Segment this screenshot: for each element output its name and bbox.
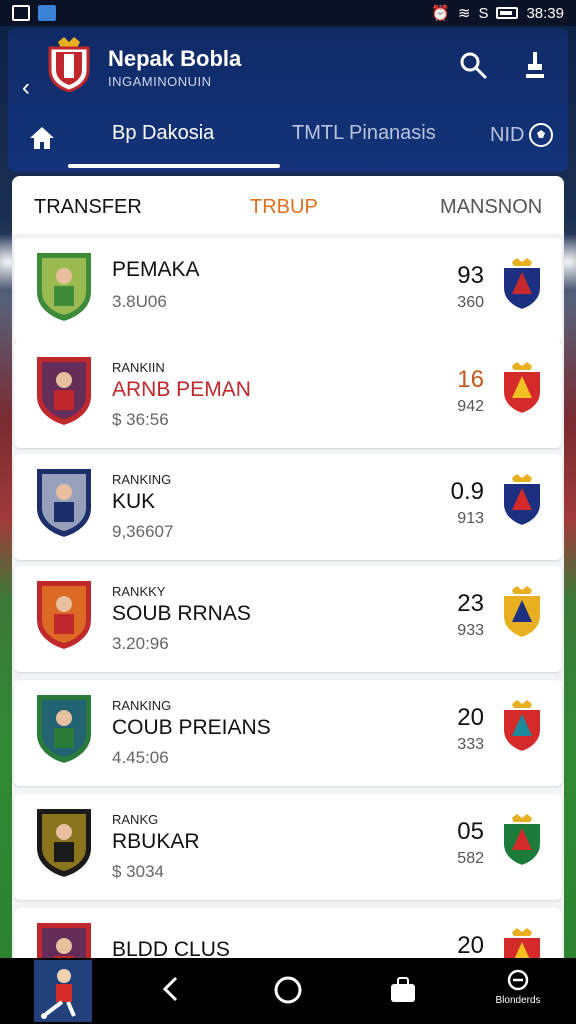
- club-crest-icon: [502, 258, 542, 312]
- player-badge-icon: [35, 467, 93, 540]
- score-subvalue: 360: [457, 294, 484, 311]
- ranking-row[interactable]: RANKING COUB PREIANS 4.45:06 20 333: [14, 680, 562, 786]
- share-icon[interactable]: [522, 50, 548, 80]
- player-value: 3.20:96: [112, 634, 169, 653]
- tab-third-label: NID: [490, 123, 525, 146]
- player-badge-icon: [35, 807, 93, 880]
- player-value: 9,36607: [112, 522, 174, 541]
- tab-second[interactable]: TMTL Pinanasis: [292, 122, 436, 145]
- player-value: $ 36:56: [112, 410, 169, 429]
- player-value: 3.8U06: [112, 292, 167, 311]
- score-subvalue: 933: [457, 622, 484, 639]
- player-badge-icon: [35, 355, 93, 428]
- score-value: 93: [457, 262, 484, 289]
- battery-icon: [496, 7, 519, 19]
- score-subvalue: 582: [457, 850, 484, 867]
- player-name: COUB PREIANS: [112, 716, 271, 739]
- score-value: 16: [457, 366, 484, 393]
- rank-label: RANKING: [112, 698, 172, 713]
- score-value: 23: [457, 590, 484, 617]
- club-crest-icon: [502, 362, 542, 416]
- minus-circle-icon: [507, 969, 529, 991]
- ranking-row[interactable]: RANKG RBUKAR $ 3034 05 582: [14, 794, 562, 900]
- app-thumbnail[interactable]: [34, 960, 92, 1022]
- rank-label: RANKG: [112, 812, 159, 827]
- club-crest-icon: [502, 586, 542, 640]
- active-tab-indicator: [68, 164, 280, 168]
- column-mansnon[interactable]: MANSNON: [440, 196, 542, 219]
- status-time: 38:39: [526, 4, 564, 22]
- rank-label: RANKING: [112, 472, 172, 487]
- ranking-card: TRANSFER TRBUP MANSNON PEMAKA 3.8U06 93 360: [12, 176, 564, 976]
- page-title: Nepak Bobla: [108, 46, 242, 71]
- score-value: 20: [457, 932, 484, 959]
- page-subtitle: INGAMINONUIN: [108, 74, 212, 89]
- player-kick-icon: [41, 969, 76, 1019]
- nav-home-icon[interactable]: [272, 974, 304, 1006]
- score-value: 0.9: [450, 478, 484, 505]
- column-trbup[interactable]: TRBUP: [250, 196, 318, 219]
- score-subvalue: 913: [457, 510, 484, 527]
- ranking-row[interactable]: PEMAKA 3.8U06 93 360: [14, 238, 562, 344]
- nav-back-icon[interactable]: [156, 974, 186, 1004]
- player-value: 4.45:06: [112, 748, 169, 767]
- tab-main[interactable]: Bp Dakosia: [112, 122, 214, 145]
- rank-label: RANKIIN: [112, 360, 165, 375]
- player-badge-icon: [35, 693, 93, 766]
- app-notification-icon: [38, 5, 56, 21]
- player-name: RBUKAR: [112, 830, 200, 853]
- player-value: $ 3034: [112, 862, 164, 881]
- status-bar: ⏰ ≋ S 38:39: [0, 0, 576, 26]
- table-header: TRANSFER TRBUP MANSNON: [12, 176, 564, 234]
- score-value: 20: [457, 704, 484, 731]
- club-crest-icon: [502, 700, 542, 754]
- nav-recent-icon[interactable]: [388, 976, 418, 1004]
- column-transfer[interactable]: TRANSFER: [34, 196, 142, 219]
- wifi-icon: ≋: [457, 5, 471, 22]
- player-name: SOUB RRNAS: [112, 602, 251, 625]
- score-value: 05: [457, 818, 484, 845]
- system-nav-bar: Blonderds: [0, 958, 576, 1024]
- tab-bar: Bp Dakosia TMTL Pinanasis NID: [8, 114, 568, 172]
- club-logo-icon: [48, 37, 90, 92]
- app-header: ‹ Nepak Bobla INGAMINONUIN Bp Dakosia TM…: [8, 28, 568, 172]
- nav-misc-button[interactable]: Blonderds: [490, 968, 546, 1018]
- notification-icon: [12, 5, 30, 21]
- ranking-row[interactable]: RANKING KUK 9,36607 0.9 913: [14, 454, 562, 560]
- signal-icon: S: [478, 4, 489, 22]
- score-subvalue: 333: [457, 736, 484, 753]
- rank-label: RANKKY: [112, 584, 166, 599]
- nav-misc-label: Blonderds: [495, 995, 541, 1006]
- ranking-row[interactable]: RANKIIN ARNB PEMAN $ 36:56 16 942: [14, 342, 562, 448]
- score-subvalue: 942: [457, 398, 484, 415]
- search-icon[interactable]: [458, 50, 488, 80]
- ranking-row[interactable]: RANKKY SOUB RRNAS 3.20:96 23 933: [14, 566, 562, 672]
- player-badge-icon: [35, 579, 93, 652]
- player-name: KUK: [112, 490, 156, 513]
- ball-icon: [529, 123, 554, 147]
- club-crest-icon: [502, 474, 542, 528]
- back-button[interactable]: ‹: [22, 74, 30, 102]
- alarm-icon: ⏰: [431, 5, 450, 22]
- player-name: ARNB PEMAN: [112, 378, 251, 401]
- player-badge-icon: [35, 251, 93, 324]
- home-icon[interactable]: [28, 124, 56, 152]
- player-name: PEMAKA: [112, 258, 200, 281]
- club-crest-icon: [502, 814, 542, 868]
- tab-third[interactable]: NID: [490, 122, 554, 148]
